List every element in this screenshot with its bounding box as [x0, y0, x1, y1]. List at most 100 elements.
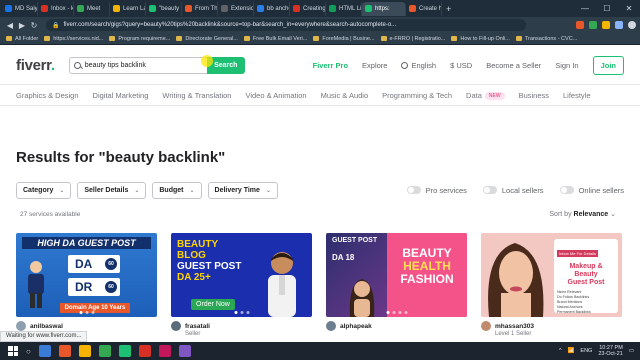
taskbar-app-icon[interactable]: [98, 345, 111, 357]
bookmark-item[interactable]: Program requireme...: [109, 36, 170, 42]
taskbar-clock[interactable]: 10:27 PM 23-Oct-21: [598, 345, 622, 358]
category-nav-item[interactable]: Graphics & Design: [16, 91, 79, 100]
chevron-up-icon[interactable]: ^: [559, 348, 562, 354]
taskbar-app-icon[interactable]: [118, 345, 131, 357]
browser-tab[interactable]: MD Saiyi: [2, 1, 38, 16]
taskbar-app-icon[interactable]: [38, 345, 51, 357]
bookmark-item[interactable]: Free Bulk Email Veri...: [243, 36, 307, 42]
toggle-local-sellers[interactable]: Local sellers: [482, 186, 544, 195]
category-nav-item[interactable]: Data NEW: [466, 91, 505, 100]
category-nav-item[interactable]: Programming & Tech: [382, 91, 452, 100]
browser-tab[interactable]: From Thr: [182, 1, 218, 16]
toggle-pro-services[interactable]: Pro services: [406, 186, 467, 195]
maximize-icon[interactable]: ☐: [596, 0, 618, 17]
favicon-icon: [365, 5, 372, 12]
browser-tab[interactable]: Create hy: [406, 1, 442, 16]
seller-info[interactable]: anilbaswal: [16, 321, 63, 331]
gig-card[interactable]: HIGH DA GUEST POST DA 60 DR 60 Domain Age …: [16, 233, 157, 343]
gig-thumbnail[interactable]: Inbox Me For Details Makeup & Beauty Gue…: [481, 233, 622, 317]
browser-tab[interactable]: Extension: [218, 1, 254, 16]
category-nav-item[interactable]: Video & Animation: [245, 91, 306, 100]
taskbar-search-icon[interactable]: ○: [26, 347, 31, 356]
taskbar-app-icon[interactable]: [158, 345, 171, 357]
sort-by-dropdown[interactable]: Sort by Relevance ⌄: [549, 210, 616, 218]
seller-info[interactable]: mhassan303: [481, 321, 534, 331]
toggle-switch[interactable]: [559, 186, 574, 194]
notification-icon[interactable]: ▭: [629, 348, 634, 354]
gig-card[interactable]: BEAUTY BLOG GUEST POST DA 25+ Order Now …: [171, 233, 312, 343]
browser-tab[interactable]: "beauty to: [146, 1, 182, 16]
category-nav-item[interactable]: Lifestyle: [563, 91, 591, 100]
gig-card[interactable]: GUEST POST DA 18 BEAUTY HEALTH FASHION a…: [326, 233, 467, 343]
toggle-switch[interactable]: [406, 186, 421, 194]
person-illustration-icon: [28, 261, 44, 308]
bookmark-item[interactable]: How to Fill-up Onli...: [451, 36, 510, 42]
address-bar[interactable]: 🔒 fiverr.com/search/gigs?query=beauty%20…: [46, 19, 526, 31]
category-nav-item[interactable]: Writing & Translation: [162, 91, 231, 100]
seller-info[interactable]: alphapeak: [326, 321, 372, 331]
browser-tab[interactable]: Meet: [74, 1, 110, 16]
bookmark-item[interactable]: Directorate General...: [176, 36, 238, 42]
toggle-online-sellers[interactable]: Online sellers: [559, 186, 624, 195]
taskbar-app-icon[interactable]: [178, 345, 191, 357]
favicon-icon: [41, 5, 48, 12]
filter-seller-details[interactable]: Seller Details ⌄: [77, 181, 147, 199]
category-nav-item[interactable]: Music & Audio: [321, 91, 369, 100]
bookmark-icon: [243, 36, 250, 41]
close-icon[interactable]: ✕: [618, 0, 640, 17]
da-label: DA: [75, 257, 93, 271]
seller-info[interactable]: frasatali: [171, 321, 210, 331]
browser-tab[interactable]: HTML Lin: [326, 1, 362, 16]
reload-icon[interactable]: ↻: [28, 21, 40, 30]
search-input[interactable]: beauty tips backlink: [68, 56, 207, 74]
fiverr-pro-link[interactable]: Fiverr Pro: [313, 61, 348, 70]
taskbar-app-icon[interactable]: [58, 345, 71, 357]
bookmark-item[interactable]: e-FRRO | Registratio...: [380, 36, 445, 42]
favicon-icon: [77, 5, 84, 12]
extension-icon[interactable]: [576, 21, 584, 29]
taskbar-app-icon[interactable]: [78, 345, 91, 357]
thumbnail-line: Makeup &: [569, 263, 603, 270]
profile-avatar-icon[interactable]: [628, 21, 636, 29]
language-link[interactable]: English: [401, 61, 436, 70]
bookmark-item[interactable]: Transactions - CVC...: [515, 36, 577, 42]
puzzle-icon[interactable]: [615, 21, 623, 29]
join-button[interactable]: Join: [592, 55, 624, 75]
explore-link[interactable]: Explore: [362, 61, 387, 70]
extension-icon[interactable]: [602, 21, 610, 29]
gig-thumbnail[interactable]: GUEST POST DA 18 BEAUTY HEALTH FASHION: [326, 233, 467, 317]
become-seller-link[interactable]: Become a Seller: [486, 61, 541, 70]
forward-icon[interactable]: ▶: [16, 21, 28, 30]
browser-tab[interactable]: Learn Lan: [110, 1, 146, 16]
toggle-switch[interactable]: [482, 186, 497, 194]
fiverr-logo[interactable]: fiverr.: [16, 57, 55, 74]
category-nav: Graphics & Design Digital Marketing Writin…: [0, 84, 640, 106]
currency-link[interactable]: $ USD: [450, 61, 472, 70]
bookmark-item[interactable]: All Folder: [6, 36, 38, 42]
category-nav-item[interactable]: Digital Marketing: [93, 91, 149, 100]
bookmark-item[interactable]: ForeMedia | Busine...: [313, 36, 375, 42]
browser-tab[interactable]: https:: [362, 1, 406, 16]
windows-start-icon[interactable]: [8, 346, 18, 356]
favicon-icon: [221, 5, 228, 12]
category-nav-item[interactable]: Business: [519, 91, 549, 100]
gig-thumbnail[interactable]: HIGH DA GUEST POST DA 60 DR 60 Domain Age …: [16, 233, 157, 317]
new-tab-button[interactable]: +: [446, 4, 451, 14]
taskbar-app-icon[interactable]: [138, 345, 151, 357]
bookmark-item[interactable]: https://services.nid...: [44, 36, 103, 42]
network-icon[interactable]: 📶: [568, 348, 575, 354]
browser-tab[interactable]: Inbox - ki: [38, 1, 74, 16]
browser-tab[interactable]: Creating Y: [290, 1, 326, 16]
minimize-icon[interactable]: —: [574, 0, 596, 17]
filter-delivery-time[interactable]: Delivery Time ⌄: [207, 181, 278, 199]
gig-thumbnail[interactable]: BEAUTY BLOG GUEST POST DA 25+ Order Now: [171, 233, 312, 317]
filter-budget[interactable]: Budget ⌄: [152, 181, 202, 199]
back-icon[interactable]: ◀: [4, 21, 16, 30]
services-count: 27 services available: [20, 211, 81, 218]
extension-icon[interactable]: [589, 21, 597, 29]
filter-category[interactable]: Category ⌄: [16, 181, 72, 199]
gig-card[interactable]: Inbox Me For Details Makeup & Beauty Gue…: [481, 233, 622, 343]
sign-in-link[interactable]: Sign In: [555, 61, 578, 70]
language-indicator[interactable]: ENG: [580, 348, 592, 354]
browser-tab[interactable]: bb ancho: [254, 1, 290, 16]
